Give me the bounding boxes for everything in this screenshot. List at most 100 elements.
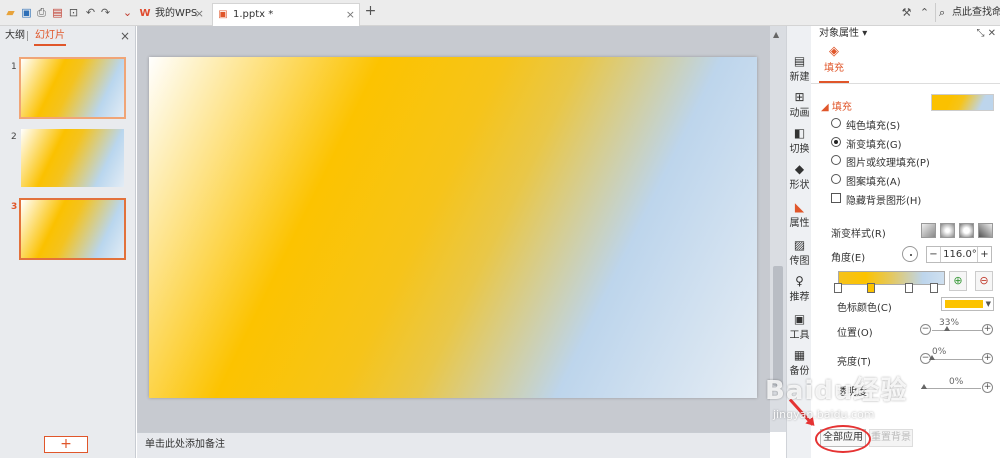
- tab-outline[interactable]: 大纲: [5, 26, 25, 46]
- slide-thumbnail-1[interactable]: [19, 57, 126, 119]
- gradient-style-label: 渐变样式(R): [831, 229, 886, 240]
- command-search[interactable]: ⌕ 点此查找命令: [935, 3, 1000, 22]
- tab-label: 1.pptx *: [233, 9, 274, 20]
- transparency-increase-button[interactable]: +: [982, 382, 993, 393]
- gradient-stop-selected[interactable]: [867, 283, 875, 293]
- tab-label: 我的WPS: [155, 8, 198, 19]
- decrement-button[interactable]: −: [927, 247, 941, 262]
- radio-gradient-fill[interactable]: [831, 137, 841, 147]
- remove-stop-button[interactable]: ⊖: [975, 271, 993, 291]
- skin-icon[interactable]: ⚒: [900, 6, 913, 19]
- open-icon[interactable]: ▰: [4, 6, 17, 19]
- gradient-path-button[interactable]: [978, 223, 993, 238]
- option-label: 图案填充(A): [846, 177, 901, 188]
- sidebar-item-label: 新建: [789, 72, 810, 83]
- fill-section-header[interactable]: ◢ 填充: [821, 98, 852, 113]
- gradient-bar[interactable]: [838, 271, 945, 285]
- backup-icon: ▦: [793, 348, 806, 362]
- brightness-slider[interactable]: [932, 359, 982, 360]
- reset-background-button[interactable]: 重置背景: [869, 429, 913, 447]
- brightness-increase-button[interactable]: +: [982, 353, 993, 364]
- radio-pattern-fill[interactable]: [831, 174, 841, 184]
- transparency-slider[interactable]: [921, 388, 981, 389]
- add-stop-button[interactable]: ⊕: [949, 271, 967, 291]
- gradient-stop[interactable]: [930, 283, 938, 293]
- sidebar-item-animation[interactable]: ⊞ 动画: [787, 90, 812, 130]
- sidebar-item-shape[interactable]: ◆ 形状: [787, 162, 812, 202]
- angle-stepper[interactable]: − 116.0° +: [926, 246, 992, 263]
- tab-slides[interactable]: 幻灯片: [35, 26, 65, 46]
- brightness-slider-thumb[interactable]: [929, 355, 935, 360]
- add-slide-button[interactable]: +: [44, 436, 88, 453]
- save-icon[interactable]: ▣: [20, 6, 33, 19]
- sidebar-item-label: 传图: [789, 256, 810, 267]
- transparency-slider-thumb[interactable]: [921, 384, 927, 389]
- panel-tabs: 大纲 幻灯片 ×: [0, 26, 136, 46]
- slide-number: 2: [11, 132, 17, 142]
- hide-background-checkbox[interactable]: [831, 193, 841, 203]
- customize-icon[interactable]: ⌄: [121, 6, 134, 19]
- gradient-stop[interactable]: [905, 283, 913, 293]
- transparency-value: 0%: [949, 377, 964, 387]
- option-label: 隐藏背景图形(H): [846, 196, 922, 207]
- slide-thumbnail-3[interactable]: [19, 198, 126, 260]
- redo-icon[interactable]: ↷: [99, 6, 112, 19]
- panel-window-controls[interactable]: ⤡ ✕: [976, 26, 996, 42]
- tab-my-wps[interactable]: W 我的WPS ×: [135, 3, 208, 26]
- gradient-stop[interactable]: [834, 283, 842, 293]
- angle-dial[interactable]: [902, 246, 918, 262]
- new-icon: ▤: [793, 54, 806, 68]
- new-tab-button[interactable]: +: [364, 4, 377, 18]
- slide-thumbnail-2[interactable]: [21, 129, 124, 187]
- sidebar-item-recommend[interactable]: ♀ 推荐: [787, 274, 812, 314]
- scroll-thumb[interactable]: [773, 266, 783, 386]
- sidebar-item-label: 切换: [789, 144, 810, 155]
- notes-area[interactable]: 单击此处添加备注: [137, 432, 770, 458]
- scroll-up-icon[interactable]: ▲: [773, 30, 779, 39]
- position-decrease-button[interactable]: −: [920, 324, 931, 335]
- tab-fill[interactable]: ◈ 填充: [819, 44, 849, 80]
- gradient-linear-button[interactable]: [921, 223, 936, 238]
- undo-icon[interactable]: ↶: [84, 6, 97, 19]
- option-label: 纯色填充(S): [846, 121, 901, 132]
- gradient-radial-button[interactable]: [940, 223, 955, 238]
- close-icon[interactable]: ×: [346, 4, 355, 26]
- export-pdf-icon[interactable]: ▤: [51, 6, 64, 19]
- close-panel-button[interactable]: ×: [120, 26, 130, 46]
- tab-document[interactable]: ▣ 1.pptx * ×: [212, 3, 360, 26]
- position-slider[interactable]: [932, 330, 982, 331]
- gradient-rect-button[interactable]: [959, 223, 974, 238]
- position-increase-button[interactable]: +: [982, 324, 993, 335]
- radio-picture-fill[interactable]: [831, 155, 841, 165]
- position-slider-thumb[interactable]: [944, 326, 950, 331]
- search-icon: ⌕: [939, 6, 946, 19]
- chevron-down-icon: ▼: [985, 300, 991, 308]
- stop-color-picker[interactable]: ▼: [941, 297, 994, 311]
- sidebar-item-tools[interactable]: ▣ 工具: [787, 312, 812, 352]
- print-icon[interactable]: ⊡: [67, 6, 80, 19]
- sidebar-item-image[interactable]: ▨ 传图: [787, 238, 812, 278]
- print-preview-icon[interactable]: ⎙: [35, 6, 48, 19]
- slides-panel: 大纲 幻灯片 × 1 2 3 +: [0, 26, 136, 458]
- chevron-down-icon[interactable]: ▾: [862, 28, 867, 39]
- radio-solid-fill[interactable]: [831, 118, 841, 128]
- sidebar-item-new[interactable]: ▤ 新建: [787, 54, 812, 94]
- close-icon[interactable]: ×: [195, 3, 204, 25]
- angle-value[interactable]: 116.0°: [942, 247, 978, 262]
- pptx-file-icon: ▣: [218, 9, 228, 20]
- section-label: 填充: [831, 102, 852, 113]
- panel-title[interactable]: 对象属性: [819, 28, 859, 39]
- sidebar-item-property[interactable]: ◣ 属性: [787, 200, 812, 240]
- stop-color-label: 色标颜色(C): [837, 303, 892, 314]
- minimize-ribbon-icon[interactable]: ⌃: [918, 6, 931, 19]
- watermark-logo: Baidu经验: [765, 376, 908, 406]
- current-slide[interactable]: [149, 57, 757, 398]
- slide-number: 3: [11, 202, 18, 212]
- highlight-circle: [815, 425, 871, 453]
- sidebar-item-transition[interactable]: ◧ 切换: [787, 126, 812, 166]
- sidebar-item-label: 动画: [789, 108, 810, 119]
- slide-number: 1: [11, 62, 17, 72]
- tools-icon: ▣: [793, 312, 806, 326]
- sidebar-item-label: 形状: [789, 180, 810, 191]
- increment-button[interactable]: +: [977, 247, 991, 262]
